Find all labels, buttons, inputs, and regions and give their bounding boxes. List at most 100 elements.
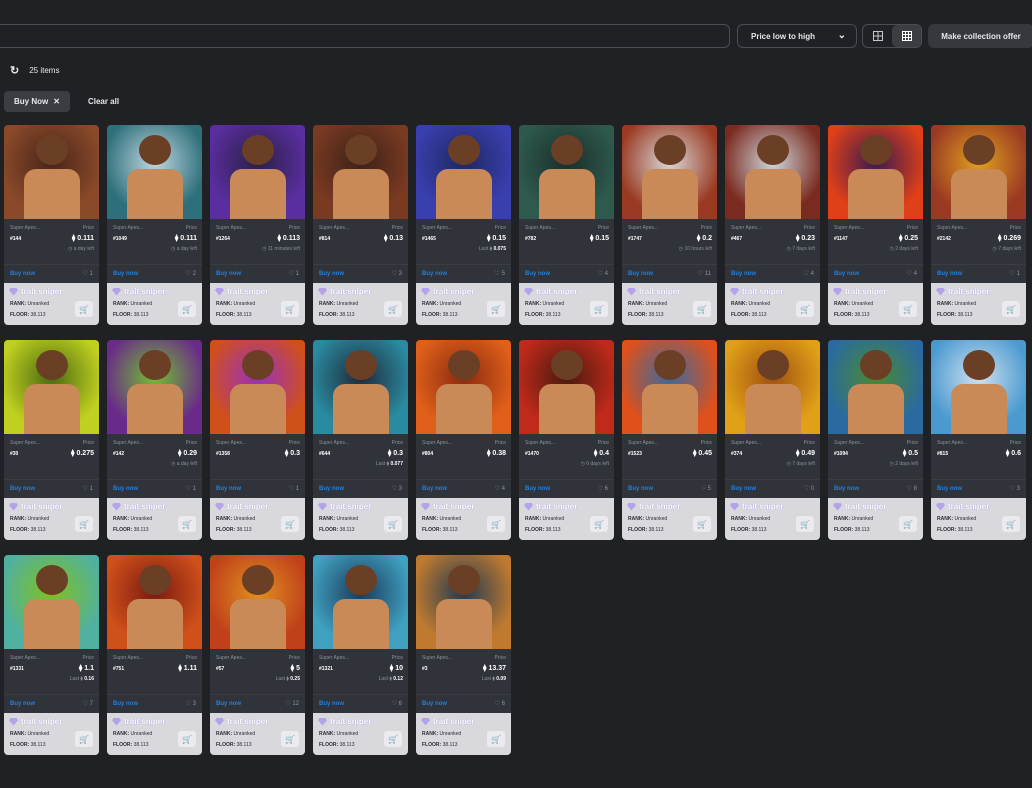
cart-icon[interactable]: 🛒 [178, 731, 196, 747]
nft-image[interactable] [313, 555, 408, 649]
nft-image[interactable] [416, 340, 511, 434]
nft-image[interactable] [313, 125, 408, 219]
buy-now-button[interactable]: Buy now [422, 486, 447, 492]
favorite-button[interactable]: ♡ 3 [392, 485, 402, 492]
cart-icon[interactable]: 🛒 [796, 516, 814, 532]
buy-now-button[interactable]: Buy now [10, 271, 35, 277]
favorite-button[interactable]: ♡ 0 [804, 485, 814, 492]
favorite-button[interactable]: ♡ 11 [698, 270, 711, 277]
favorite-button[interactable]: ♡ 1 [289, 485, 299, 492]
nft-card[interactable]: Super Apes... Price #3 ⧫ 13.37 Last ⧫ 0.… [416, 555, 511, 755]
refresh-icon[interactable]: ↻ [10, 64, 19, 77]
favorite-button[interactable]: ♡ 4 [495, 485, 505, 492]
nft-card[interactable]: Super Apes... Price #1523 ⧫ 0.45 Buy now… [622, 340, 717, 540]
cart-icon[interactable]: 🛒 [1002, 516, 1020, 532]
large-grid-view-button[interactable] [863, 25, 892, 47]
buy-now-button[interactable]: Buy now [422, 271, 447, 277]
clear-all-button[interactable]: Clear all [76, 91, 131, 112]
buy-now-button[interactable]: Buy now [628, 271, 653, 277]
cart-icon[interactable]: 🛒 [75, 516, 93, 532]
buy-now-button[interactable]: Buy now [834, 271, 859, 277]
nft-card[interactable]: Super Apes... Price #1470 ⧫ 0.4 ◷ 6 days… [519, 340, 614, 540]
buy-now-button[interactable]: Buy now [834, 486, 859, 492]
nft-image[interactable] [622, 340, 717, 434]
nft-image[interactable] [313, 340, 408, 434]
cart-icon[interactable]: 🛒 [1002, 301, 1020, 317]
cart-icon[interactable]: 🛒 [487, 731, 505, 747]
favorite-button[interactable]: ♡ 5 [701, 485, 711, 492]
nft-image[interactable] [519, 340, 614, 434]
nft-card[interactable]: Super Apes... Price #751 ⧫ 1.11 Buy now … [107, 555, 202, 755]
cart-icon[interactable]: 🛒 [693, 516, 711, 532]
cart-icon[interactable]: 🛒 [281, 301, 299, 317]
buy-now-button[interactable]: Buy now [216, 701, 241, 707]
buy-now-button[interactable]: Buy now [319, 271, 344, 277]
favorite-button[interactable]: ♡ 1 [186, 485, 196, 492]
favorite-button[interactable]: ♡ 1 [83, 270, 93, 277]
search-input[interactable] [0, 24, 730, 48]
nft-card[interactable]: Super Apes... Price #814 ⧫ 0.13 Buy now … [313, 125, 408, 325]
buy-now-button[interactable]: Buy now [525, 486, 550, 492]
nft-image[interactable] [107, 555, 202, 649]
nft-card[interactable]: Super Apes... Price #1264 ⧫ 0.113 ◷ 11 m… [210, 125, 305, 325]
nft-card[interactable]: Super Apes... Price #1465 ⧫ 0.15 Last ⧫ … [416, 125, 511, 325]
cart-icon[interactable]: 🛒 [899, 301, 917, 317]
cart-icon[interactable]: 🛒 [75, 731, 93, 747]
buy-now-button[interactable]: Buy now [113, 486, 138, 492]
favorite-button[interactable]: ♡ 6 [495, 700, 505, 707]
nft-image[interactable] [931, 340, 1026, 434]
nft-card[interactable]: Super Apes... Price #1331 ⧫ 1.1 Last ⧫ 0… [4, 555, 99, 755]
close-icon[interactable]: ✕ [53, 97, 60, 106]
buy-now-button[interactable]: Buy now [937, 271, 962, 277]
favorite-button[interactable]: ♡ 3 [186, 700, 196, 707]
buy-now-button[interactable]: Buy now [10, 701, 35, 707]
cart-icon[interactable]: 🛒 [899, 516, 917, 532]
buy-now-button[interactable]: Buy now [113, 271, 138, 277]
nft-image[interactable] [416, 125, 511, 219]
nft-image[interactable] [4, 340, 99, 434]
favorite-button[interactable]: ♡ 2 [186, 270, 196, 277]
favorite-button[interactable]: ♡ 1 [83, 485, 93, 492]
nft-card[interactable]: Super Apes... Price #467 ⧫ 0.23 ◷ 7 days… [725, 125, 820, 325]
nft-card[interactable]: Super Apes... Price #144 ⧫ 0.111 ◷ a day… [4, 125, 99, 325]
nft-image[interactable] [931, 125, 1026, 219]
favorite-button[interactable]: ♡ 4 [804, 270, 814, 277]
buy-now-button[interactable]: Buy now [937, 486, 962, 492]
nft-card[interactable]: Super Apes... Price #1094 ⧫ 0.5 ◷ 2 days… [828, 340, 923, 540]
sort-dropdown[interactable]: Price low to high ⌄ [737, 24, 857, 48]
buy-now-button[interactable]: Buy now [525, 271, 550, 277]
favorite-button[interactable]: ♡ 12 [285, 700, 299, 707]
nft-card[interactable]: Super Apes... Price #1049 ⧫ 0.111 ◷ a da… [107, 125, 202, 325]
favorite-button[interactable]: ♡ 8 [907, 485, 917, 492]
make-collection-offer-button[interactable]: Make collection offer [928, 24, 1032, 48]
nft-card[interactable]: Super Apes... Price #804 ⧫ 0.38 Buy now … [416, 340, 511, 540]
nft-image[interactable] [416, 555, 511, 649]
nft-card[interactable]: Super Apes... Price #374 ⧫ 0.49 ◷ 7 days… [725, 340, 820, 540]
cart-icon[interactable]: 🛒 [178, 516, 196, 532]
favorite-button[interactable]: ♡ 7 [83, 700, 93, 707]
cart-icon[interactable]: 🛒 [590, 301, 608, 317]
buy-now-button[interactable]: Buy now [216, 486, 241, 492]
cart-icon[interactable]: 🛒 [590, 516, 608, 532]
nft-image[interactable] [519, 125, 614, 219]
nft-image[interactable] [210, 555, 305, 649]
nft-card[interactable]: Super Apes... Price #644 ⧫ 0.3 Last ⧫ 0.… [313, 340, 408, 540]
favorite-button[interactable]: ♡ 6 [392, 700, 402, 707]
nft-card[interactable]: Super Apes... Price #142 ⧫ 0.29 ◷ a day … [107, 340, 202, 540]
buy-now-button[interactable]: Buy now [422, 701, 447, 707]
buy-now-button[interactable]: Buy now [10, 486, 35, 492]
cart-icon[interactable]: 🛒 [384, 516, 402, 532]
cart-icon[interactable]: 🛒 [693, 301, 711, 317]
favorite-button[interactable]: ♡ 4 [598, 270, 608, 277]
nft-card[interactable]: Super Apes... Price #57 ⧫ 5 Last ⧫ 0.25 … [210, 555, 305, 755]
favorite-button[interactable]: ♡ 3 [392, 270, 402, 277]
nft-image[interactable] [210, 125, 305, 219]
nft-card[interactable]: Super Apes... Price #2142 ⧫ 0.269 ◷ 7 da… [931, 125, 1026, 325]
cart-icon[interactable]: 🛒 [281, 516, 299, 532]
nft-card[interactable]: Super Apes... Price #1321 ⧫ 10 Last ⧫ 0.… [313, 555, 408, 755]
nft-card[interactable]: Super Apes... Price #782 ⧫ 0.15 Buy now … [519, 125, 614, 325]
cart-icon[interactable]: 🛒 [384, 731, 402, 747]
nft-image[interactable] [725, 125, 820, 219]
buy-now-button[interactable]: Buy now [731, 486, 756, 492]
nft-image[interactable] [4, 125, 99, 219]
